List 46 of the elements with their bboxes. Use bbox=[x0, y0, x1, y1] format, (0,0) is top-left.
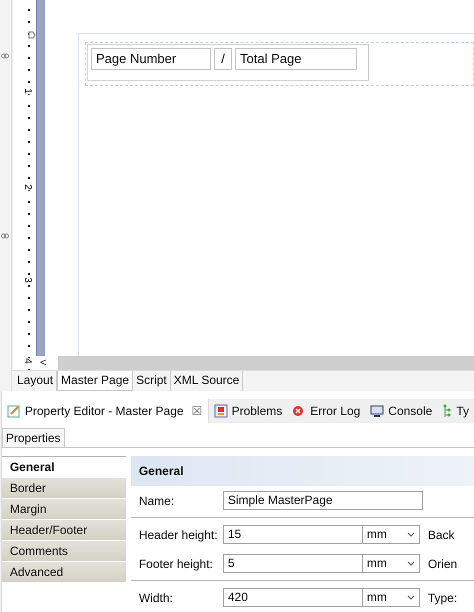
header-grid[interactable]: Page Number / Total Page bbox=[87, 44, 369, 81]
field-label: Type: bbox=[428, 590, 458, 604]
view-tab[interactable]: Property Editor - Master Page ☒ bbox=[2, 399, 209, 423]
category-item[interactable]: Advanced bbox=[2, 562, 126, 583]
chevron-down-icon bbox=[406, 532, 415, 537]
view-tab[interactable]: Problems bbox=[208, 399, 288, 423]
field-label: Name: bbox=[138, 494, 176, 508]
header-band[interactable]: Page Number / Total Page bbox=[85, 42, 474, 86]
category-item[interactable]: Margin bbox=[2, 499, 126, 520]
category-item[interactable]: Header/Footer bbox=[2, 520, 126, 541]
field-label: Back bbox=[428, 528, 455, 542]
unit-dropdown[interactable]: mm bbox=[362, 554, 420, 573]
chevron-down-icon bbox=[406, 561, 415, 566]
pencil-sheet-icon bbox=[6, 404, 21, 418]
chain-icon[interactable] bbox=[1, 52, 9, 60]
close-icon[interactable]: ☒ bbox=[192, 404, 203, 418]
chain-icon[interactable] bbox=[1, 232, 9, 240]
name-field[interactable]: Simple MasterPage bbox=[222, 491, 423, 510]
page-number-field[interactable]: Page Number bbox=[91, 48, 211, 70]
properties-tab[interactable]: Properties bbox=[2, 428, 65, 447]
category-item[interactable]: Comments bbox=[2, 541, 126, 562]
ruler-number: 3 bbox=[22, 277, 32, 283]
unit-dropdown[interactable]: mm bbox=[362, 525, 420, 544]
field-label: Width: bbox=[138, 590, 174, 604]
chevron-down-icon bbox=[406, 595, 415, 600]
value-field[interactable]: 15 bbox=[222, 525, 363, 544]
section-header: General bbox=[130, 456, 474, 486]
tree-icon bbox=[442, 404, 452, 418]
horizontal-scrollbar[interactable] bbox=[58, 356, 474, 370]
editor-tab[interactable]: Master Page bbox=[57, 371, 134, 391]
category-item[interactable]: Border bbox=[2, 478, 126, 499]
field-label: Footer height: bbox=[138, 556, 214, 570]
view-tab[interactable]: Console bbox=[365, 399, 438, 423]
total-page-field[interactable]: Total Page bbox=[235, 48, 357, 70]
problems-icon bbox=[214, 404, 228, 418]
value-field[interactable]: 5 bbox=[222, 554, 363, 573]
value-field[interactable]: 420 bbox=[222, 588, 363, 607]
view-tab[interactable]: Error Log bbox=[287, 399, 366, 423]
monitor-icon bbox=[370, 404, 384, 418]
unit-dropdown[interactable]: mm bbox=[362, 588, 420, 607]
margin-marker-icon[interactable] bbox=[28, 31, 36, 39]
field-label: Orien bbox=[428, 556, 458, 570]
separator-label[interactable]: / bbox=[214, 48, 232, 70]
view-tab[interactable]: Ty bbox=[437, 399, 474, 423]
field-label: Header height: bbox=[138, 528, 219, 542]
scroll-left-arrow[interactable]: < bbox=[36, 356, 46, 370]
